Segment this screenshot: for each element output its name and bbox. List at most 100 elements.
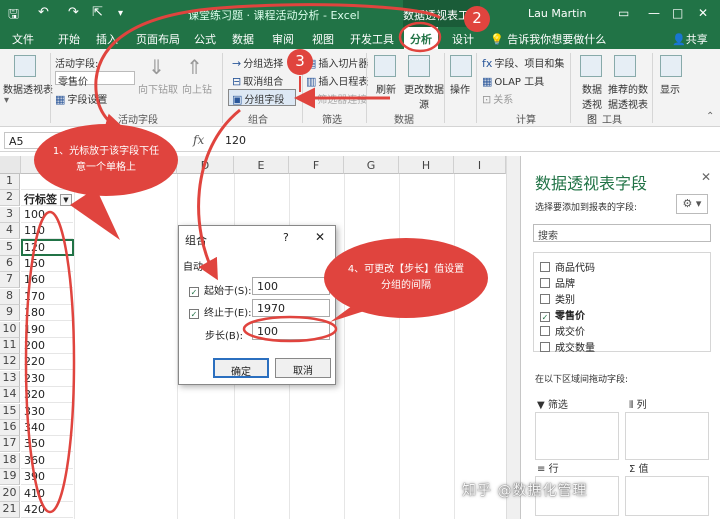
tab-home[interactable]: 开始 [58, 31, 80, 47]
show-button[interactable]: 显示 [660, 81, 680, 96]
recommended-pivot-icon[interactable] [614, 55, 636, 77]
row-header[interactable]: 2 [0, 190, 20, 207]
filter-connections-button[interactable]: ⊞ 筛选器连接 [306, 91, 367, 106]
olap-tools-button[interactable]: ▦ OLAP 工具 [482, 73, 544, 88]
drill-down-button[interactable]: 向下钻取 [138, 81, 178, 96]
data-cell[interactable]: 200 [21, 338, 73, 354]
save-icon[interactable]: 🖫 [8, 5, 19, 27]
data-cell[interactable]: 420 [21, 502, 73, 518]
row-header[interactable]: 20 [0, 485, 20, 502]
pivot-dropdown-icon[interactable]: ▾ [4, 95, 9, 106]
tab-data[interactable]: 数据 [232, 31, 254, 47]
group-selection-button[interactable]: → 分组选择 [232, 55, 283, 70]
tab-insert[interactable]: 插入 [96, 31, 118, 47]
ungroup-button[interactable]: ⊟ 取消组合 [232, 73, 283, 88]
data-cell[interactable]: 150 [21, 256, 73, 272]
tab-view[interactable]: 视图 [312, 31, 334, 47]
area-values-drop[interactable] [625, 476, 709, 516]
field-item[interactable]: ✓ 零售价 [540, 307, 585, 322]
vertical-scrollbar[interactable] [506, 156, 520, 519]
row-header[interactable]: 14 [0, 387, 20, 404]
actions-button[interactable]: 操作 [450, 81, 470, 96]
change-source-icon[interactable] [408, 55, 430, 77]
show-icon[interactable] [660, 55, 682, 77]
tab-review[interactable]: 审阅 [272, 31, 294, 47]
data-cell[interactable] [21, 174, 73, 190]
fx-icon[interactable]: fx [193, 133, 204, 147]
row-header[interactable]: 16 [0, 420, 20, 436]
relationships-button[interactable]: ⊡ 关系 [482, 91, 513, 106]
end-checkbox[interactable]: ✓ [189, 309, 199, 319]
tab-file[interactable]: 文件 [12, 31, 34, 47]
customize-quick-access-icon[interactable]: ▾ [118, 8, 123, 19]
checkbox-checked[interactable]: ✓ [540, 312, 550, 322]
column-header-i[interactable]: I [454, 156, 506, 174]
row-header[interactable]: 3 [0, 206, 20, 223]
cancel-button[interactable]: 取消 [275, 358, 331, 378]
collapse-ribbon-icon[interactable]: ⌃ [706, 111, 714, 122]
step-input[interactable]: 100 [252, 322, 330, 340]
row-header[interactable]: 4 [0, 223, 20, 240]
pane-settings-button[interactable]: ⚙ ▾ [676, 194, 708, 214]
tab-page-layout[interactable]: 页面布局 [136, 31, 180, 47]
data-cell[interactable]: 160 [21, 272, 73, 289]
row-header[interactable]: 1 [0, 174, 20, 190]
drill-down-icon[interactable]: ⇓ [148, 55, 165, 79]
start-checkbox[interactable]: ✓ [189, 287, 199, 297]
help-icon[interactable]: ? [283, 231, 289, 244]
ok-button[interactable]: 确定 [213, 358, 269, 378]
data-cell[interactable]: 230 [21, 371, 73, 387]
row-header[interactable]: 8 [0, 288, 20, 305]
row-header[interactable]: 17 [0, 436, 20, 453]
data-cell[interactable]: 190 [21, 322, 73, 338]
end-input[interactable]: 1970 [252, 299, 330, 317]
user-name[interactable]: Lau Martin [528, 7, 586, 20]
tab-analyze[interactable]: 分析 [404, 27, 438, 49]
area-columns-drop[interactable] [625, 412, 709, 460]
field-item[interactable]: 品牌 [540, 275, 575, 290]
minimize-icon[interactable]: — [648, 6, 660, 20]
column-header-f[interactable]: F [289, 156, 344, 174]
data-cell[interactable]: 110 [21, 223, 73, 240]
insert-timeline-button[interactable]: ▥ 插入日程表 [306, 73, 368, 88]
pane-close-icon[interactable]: ✕ [701, 170, 711, 184]
data-cell[interactable]: 170 [21, 289, 73, 305]
pointer-icon[interactable]: ⇱ [92, 5, 103, 20]
data-cell[interactable]: 180 [21, 305, 73, 322]
row-label-filter-icon[interactable]: ▼ [60, 194, 72, 206]
pivot-table-button[interactable]: 数据透视表 [3, 81, 53, 96]
data-cell[interactable]: 100 [21, 207, 73, 223]
checkbox[interactable] [540, 326, 550, 336]
drill-up-button[interactable]: 向上钻 [182, 81, 212, 96]
row-header[interactable]: 5 [0, 239, 20, 256]
checkbox[interactable] [540, 294, 550, 304]
column-header-d[interactable]: D [177, 156, 234, 174]
row-header[interactable]: 18 [0, 452, 20, 469]
column-header-e[interactable]: E [234, 156, 289, 174]
field-item[interactable]: 成交价 [540, 323, 585, 338]
tab-formulas[interactable]: 公式 [194, 31, 216, 47]
data-cell[interactable]: 350 [21, 436, 73, 453]
row-header[interactable]: 6 [0, 256, 20, 272]
data-cell[interactable]: 360 [21, 453, 73, 469]
data-cell[interactable]: 330 [21, 404, 73, 420]
column-header-h[interactable]: H [399, 156, 454, 174]
recommended-pivot-button[interactable]: 推荐的数据透视表 [606, 81, 650, 111]
refresh-button[interactable]: 刷新 [376, 81, 396, 96]
field-item[interactable]: 成交数量 [540, 339, 595, 354]
fields-items-button[interactable]: fx 字段、项目和集 [482, 55, 564, 70]
pivot-table-icon[interactable] [14, 55, 36, 77]
data-cell[interactable]: 220 [21, 354, 73, 371]
row-header[interactable]: 11 [0, 338, 20, 354]
checkbox[interactable] [540, 342, 550, 352]
undo-icon[interactable]: ↶ [38, 5, 49, 20]
field-list[interactable]: 商品代码 品牌 类别 ✓ 零售价 成交价 成交数量 [533, 252, 711, 354]
end-checkbox-row[interactable]: ✓ 终止于(E): [189, 304, 252, 319]
formula-input[interactable]: 120 [225, 134, 246, 147]
row-header[interactable]: 7 [0, 272, 20, 289]
tab-developer[interactable]: 开发工具 [350, 31, 394, 47]
column-header-g[interactable]: G [344, 156, 399, 174]
actions-icon[interactable] [450, 55, 472, 77]
data-cell[interactable]: 390 [21, 469, 73, 486]
change-source-button[interactable]: 更改数据源 [404, 81, 444, 111]
